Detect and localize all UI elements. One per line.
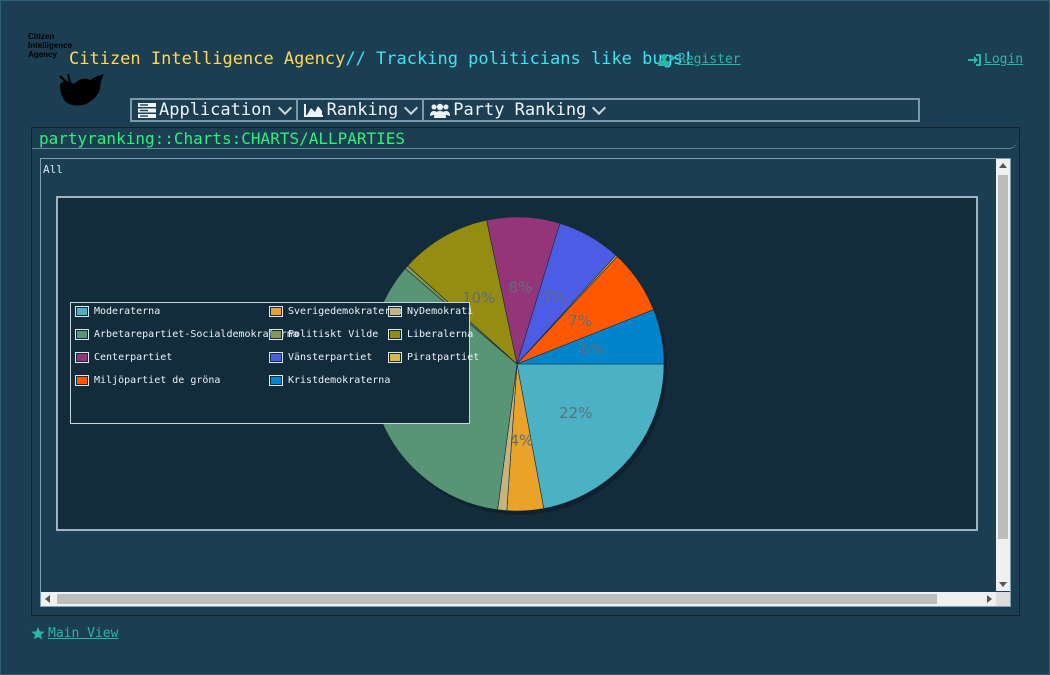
chart-legend: Moderaterna Sverigedemokraterna NyDemokrat… [70,302,479,424]
menu-item-party-ranking[interactable]: Party Ranking [424,100,610,120]
chevron-down-icon [592,100,607,115]
scroll-left-arrow-icon[interactable] [45,595,50,603]
login-link[interactable]: Login [968,52,1023,67]
main-view-link[interactable]: Main View [31,626,118,641]
pie-slice-label: 4% [509,431,533,449]
chevron-down-icon [277,100,292,115]
legend-label: Centerpartiet [94,352,173,363]
menu-item-ranking[interactable]: Ranking [298,100,425,120]
legend-item[interactable]: Miljöpartiet de gröna [75,375,220,386]
legend-label: NyDemokrati [407,306,474,317]
legend-label: Kristdemokraterna [288,375,391,386]
horizontal-scroll-thumb[interactable] [57,594,937,604]
vertical-scrollbar[interactable] [996,159,1010,591]
panel-header: partyranking::Charts:CHARTS/ALLPARTIES [32,128,1017,149]
legend-swatch [388,329,402,340]
org-name: Citizen Intelligence Agency [69,49,346,69]
legend-item[interactable]: Sverigedemokraterna [269,306,402,317]
legend-swatch [269,306,283,317]
chart-panel: partyranking::Charts:CHARTS/ALLPARTIES A… [31,127,1020,616]
legend-item[interactable]: Kristdemokraterna [269,375,390,386]
site-title: Citizen Intelligence Agency// Tracking p… [69,49,693,69]
logo[interactable]: Citizen Intelligence Agency [28,32,108,108]
scroll-up-arrow-icon[interactable] [999,163,1007,168]
legend-swatch [388,306,402,317]
menu-item-application-label: Application [159,100,272,120]
legend-label: Liberalerna [407,329,474,340]
tagline: // Tracking politicians like bugs! [345,49,694,69]
scroll-down-arrow-icon[interactable] [999,582,1007,587]
pie-chart-container: 22% 4% 10% 8% 7% 7% 6% Moderaterna Sverigedemok… [56,196,978,531]
pie-slice-label: 8% [508,279,532,297]
legend-item[interactable]: Arbetarepartiet-Socialdemokraterna [75,329,299,340]
legend-item[interactable]: Vänsterpartiet [269,352,372,363]
legend-swatch [388,352,402,363]
section-label: All [43,163,63,176]
legend-item[interactable]: Centerpartiet [75,352,172,363]
pie-slice-label: 7% [568,312,592,330]
login-label: Login [984,52,1024,67]
server-icon [138,102,156,118]
menu-item-party-ranking-label: Party Ranking [453,100,587,120]
legend-swatch [269,329,283,340]
users-icon [430,103,451,118]
legend-item[interactable]: Liberalerna [388,329,473,340]
legend-swatch [75,352,89,363]
sign-in-icon [968,53,981,66]
legend-label: Politiskt Vilde [288,329,379,340]
legend-label: Arbetarepartiet-Socialdemokraterna [94,329,299,340]
legend-label: Sverigedemokraterna [288,306,403,317]
star-icon [31,627,45,640]
main-view-label: Main View [48,626,119,641]
legend-swatch [75,306,89,317]
pie-slice-label: 6% [580,341,604,359]
scroll-right-arrow-icon[interactable] [987,595,992,603]
user-plus-icon [658,53,675,66]
pie-slice-label: 7% [543,289,567,307]
chart-scroll-area: All 22% 4% 10% 8% 7% 7% 6% Moderaterna Sveriged… [40,158,1011,607]
legend-item[interactable]: Moderaterna [75,306,160,317]
area-chart-icon [303,104,323,117]
legend-swatch [75,329,89,340]
panel-title: partyranking::Charts:CHARTS/ALLPARTIES [39,129,406,148]
legend-label: Miljöpartiet de gröna [94,375,221,386]
chevron-down-icon [404,100,419,115]
legend-item[interactable]: NyDemokrati [388,306,473,317]
legend-item[interactable]: Politiskt Vilde [269,329,378,340]
pie-slice-label: 22% [559,404,592,422]
menu-item-ranking-label: Ranking [326,100,399,120]
main-menu-bar: Application Ranking Party Ranking [130,98,920,122]
vertical-scroll-thumb[interactable] [998,175,1008,539]
legend-swatch [75,375,89,386]
menu-item-application[interactable]: Application [132,100,298,120]
register-label: Register [678,52,741,67]
legend-swatch [269,375,283,386]
horizontal-scrollbar[interactable] [41,592,996,606]
logo-text-line-1: Citizen [28,32,55,41]
legend-label: Vänsterpartiet [288,352,373,363]
bug-logo-icon [59,74,104,106]
legend-item[interactable]: Piratpartiet [388,352,479,363]
legend-swatch [269,352,283,363]
legend-label: Piratpartiet [407,352,480,363]
register-link[interactable]: Register [658,52,741,67]
scroll-corner [996,592,1010,606]
legend-label: Moderaterna [94,306,161,317]
